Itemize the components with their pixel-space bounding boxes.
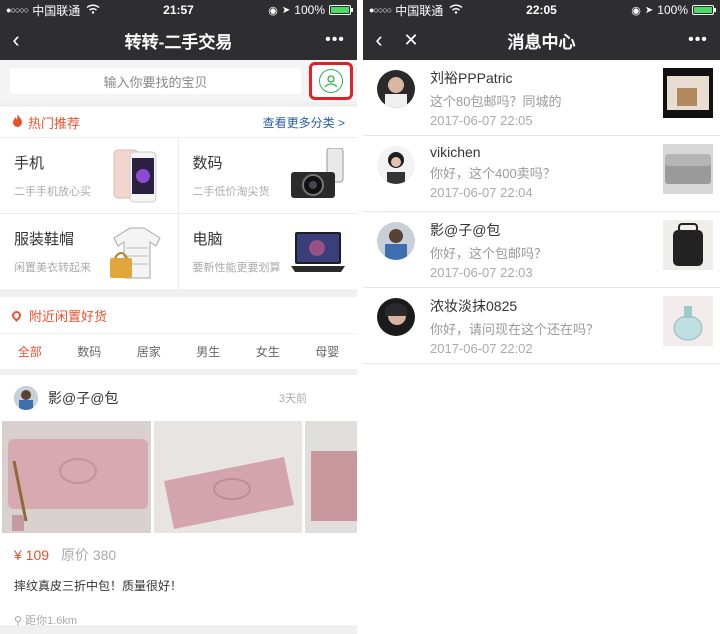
- wifi-icon: [86, 3, 100, 17]
- item-thumbnail[interactable]: [663, 296, 713, 346]
- price-row: ¥ 109 原价 380: [0, 533, 357, 565]
- more-categories-link[interactable]: 查看更多分类 >: [263, 114, 345, 131]
- signal-icon: ●○○○○: [6, 5, 29, 15]
- message-item[interactable]: vikichen 你好，这个400卖吗？ 2017-06-07 22:04: [363, 136, 720, 212]
- category-computer[interactable]: 电脑 要新性能更要划算: [178, 213, 357, 289]
- camera-image: [291, 148, 344, 198]
- clothing-image: [109, 227, 161, 279]
- item-thumbnail[interactable]: [663, 220, 713, 270]
- location-icon: ➤: [644, 4, 654, 16]
- filter-tab-male[interactable]: 男生: [196, 343, 220, 360]
- listing-photo[interactable]: [2, 421, 151, 533]
- listing-description: 摔纹真皮三折中包！质量很好！: [14, 579, 183, 593]
- nav-bar: ‹ ✕ 消息中心 •••: [363, 20, 720, 60]
- nearby-title: 附近闲置好货: [29, 308, 108, 324]
- carrier-label: 中国联通: [32, 3, 81, 18]
- lock-rotation-icon: ◉: [631, 4, 641, 17]
- hot-recommend-header: 热门推荐 查看更多分类 >: [0, 107, 357, 137]
- search-input[interactable]: 输入你要找的宝贝: [10, 68, 301, 94]
- location-icon: ⚲: [14, 615, 26, 627]
- avatar[interactable]: [377, 298, 415, 336]
- category-grid: 手机 二手手机放心买 数码 二手低价淘尖货 服装鞋帽 闲置美衣转起来 电脑 要新…: [0, 137, 357, 289]
- filter-tab-home[interactable]: 居家: [137, 343, 161, 360]
- original-price: 原价 380: [60, 547, 117, 563]
- battery-percent: 100%: [294, 3, 325, 17]
- back-button[interactable]: ‹: [0, 20, 32, 60]
- category-phone[interactable]: 手机 二手手机放心买: [0, 137, 179, 213]
- iphone-image: [113, 149, 156, 203]
- avatar[interactable]: [377, 70, 415, 108]
- distance-label: ⚲ 距你1.6km: [0, 594, 357, 628]
- category-clothing[interactable]: 服装鞋帽 闲置美衣转起来: [0, 213, 179, 289]
- search-row: 输入你要找的宝贝: [0, 60, 357, 102]
- listing-photo[interactable]: [305, 421, 357, 533]
- filter-tab-baby[interactable]: 母婴: [315, 343, 339, 360]
- avatar[interactable]: [377, 146, 415, 184]
- listing-photo[interactable]: [153, 421, 303, 533]
- post-time: 3天前: [278, 393, 307, 405]
- category-digital[interactable]: 数码 二手低价淘尖货: [178, 137, 357, 213]
- battery-icon: [329, 5, 353, 15]
- laptop-image: [291, 232, 345, 272]
- more-menu-button[interactable]: •••: [682, 20, 714, 60]
- nearby-header: 附近闲置好货: [0, 297, 357, 333]
- carrier-label: 中国联通: [395, 3, 444, 18]
- price: ¥ 109: [14, 547, 50, 563]
- location-icon: ➤: [281, 4, 291, 16]
- battery-icon: [692, 5, 716, 15]
- message-center-screen: ●○○○○ 中国联通 22:05 ◉ ➤ 100% ‹ ✕ 消息中心 ••• 刘…: [363, 0, 720, 634]
- item-thumbnail[interactable]: [663, 144, 713, 194]
- filter-tabs: 全部 数码 居家 男生 女生 母婴: [0, 333, 357, 369]
- message-item[interactable]: 影@子@包 你好，这个包邮吗？ 2017-06-07 22:03: [363, 212, 720, 288]
- listing-header: 影@子@包 3天前: [0, 375, 357, 421]
- wifi-icon: [449, 3, 463, 17]
- fire-icon: [12, 114, 23, 130]
- more-menu-button[interactable]: •••: [319, 20, 351, 60]
- filter-tab-female[interactable]: 女生: [256, 343, 280, 360]
- page-title: 转转-二手交易: [124, 32, 233, 52]
- back-button[interactable]: ‹: [363, 20, 395, 60]
- nav-bar: ‹ 转转-二手交易 •••: [0, 20, 357, 60]
- lock-rotation-icon: ◉: [268, 4, 278, 17]
- battery-percent: 100%: [657, 3, 688, 17]
- user-icon: [319, 69, 343, 93]
- zhuanzhuan-screen: ●○○○○ 中国联通 21:57 ◉ ➤ 100% ‹ 转转-二手交易 ••• …: [0, 0, 357, 634]
- avatar[interactable]: [14, 386, 38, 410]
- profile-button[interactable]: [309, 62, 353, 100]
- status-bar: ●○○○○ 中国联通 22:05 ◉ ➤ 100%: [363, 0, 720, 20]
- filter-tab-all[interactable]: 全部: [18, 343, 42, 360]
- location-pin-icon: [10, 308, 23, 322]
- message-item[interactable]: 刘裕PPPatric 这个80包邮吗？同城的 2017-06-07 22:05: [363, 60, 720, 136]
- signal-icon: ●○○○○: [369, 5, 392, 15]
- close-button[interactable]: ✕: [395, 20, 427, 60]
- filter-tab-digital[interactable]: 数码: [77, 343, 101, 360]
- listing-photos: [0, 421, 357, 533]
- seller-name[interactable]: 影@子@包: [48, 388, 118, 408]
- listing-card[interactable]: 影@子@包 3天前 ¥ 109 原价 380 摔纹真皮三折中包！质量很好！ ⚲ …: [0, 375, 357, 628]
- hot-recommend-title: 热门推荐: [28, 115, 81, 131]
- status-bar: ●○○○○ 中国联通 21:57 ◉ ➤ 100%: [0, 0, 357, 20]
- message-list: 刘裕PPPatric 这个80包邮吗？同城的 2017-06-07 22:05 …: [363, 60, 720, 364]
- message-item[interactable]: 浓妆淡抹0825 你好，请问现在这个还在吗？ 2017-06-07 22:02: [363, 288, 720, 364]
- distance-text: 距你1.6km: [25, 615, 78, 627]
- item-thumbnail[interactable]: [663, 68, 713, 118]
- avatar[interactable]: [377, 222, 415, 260]
